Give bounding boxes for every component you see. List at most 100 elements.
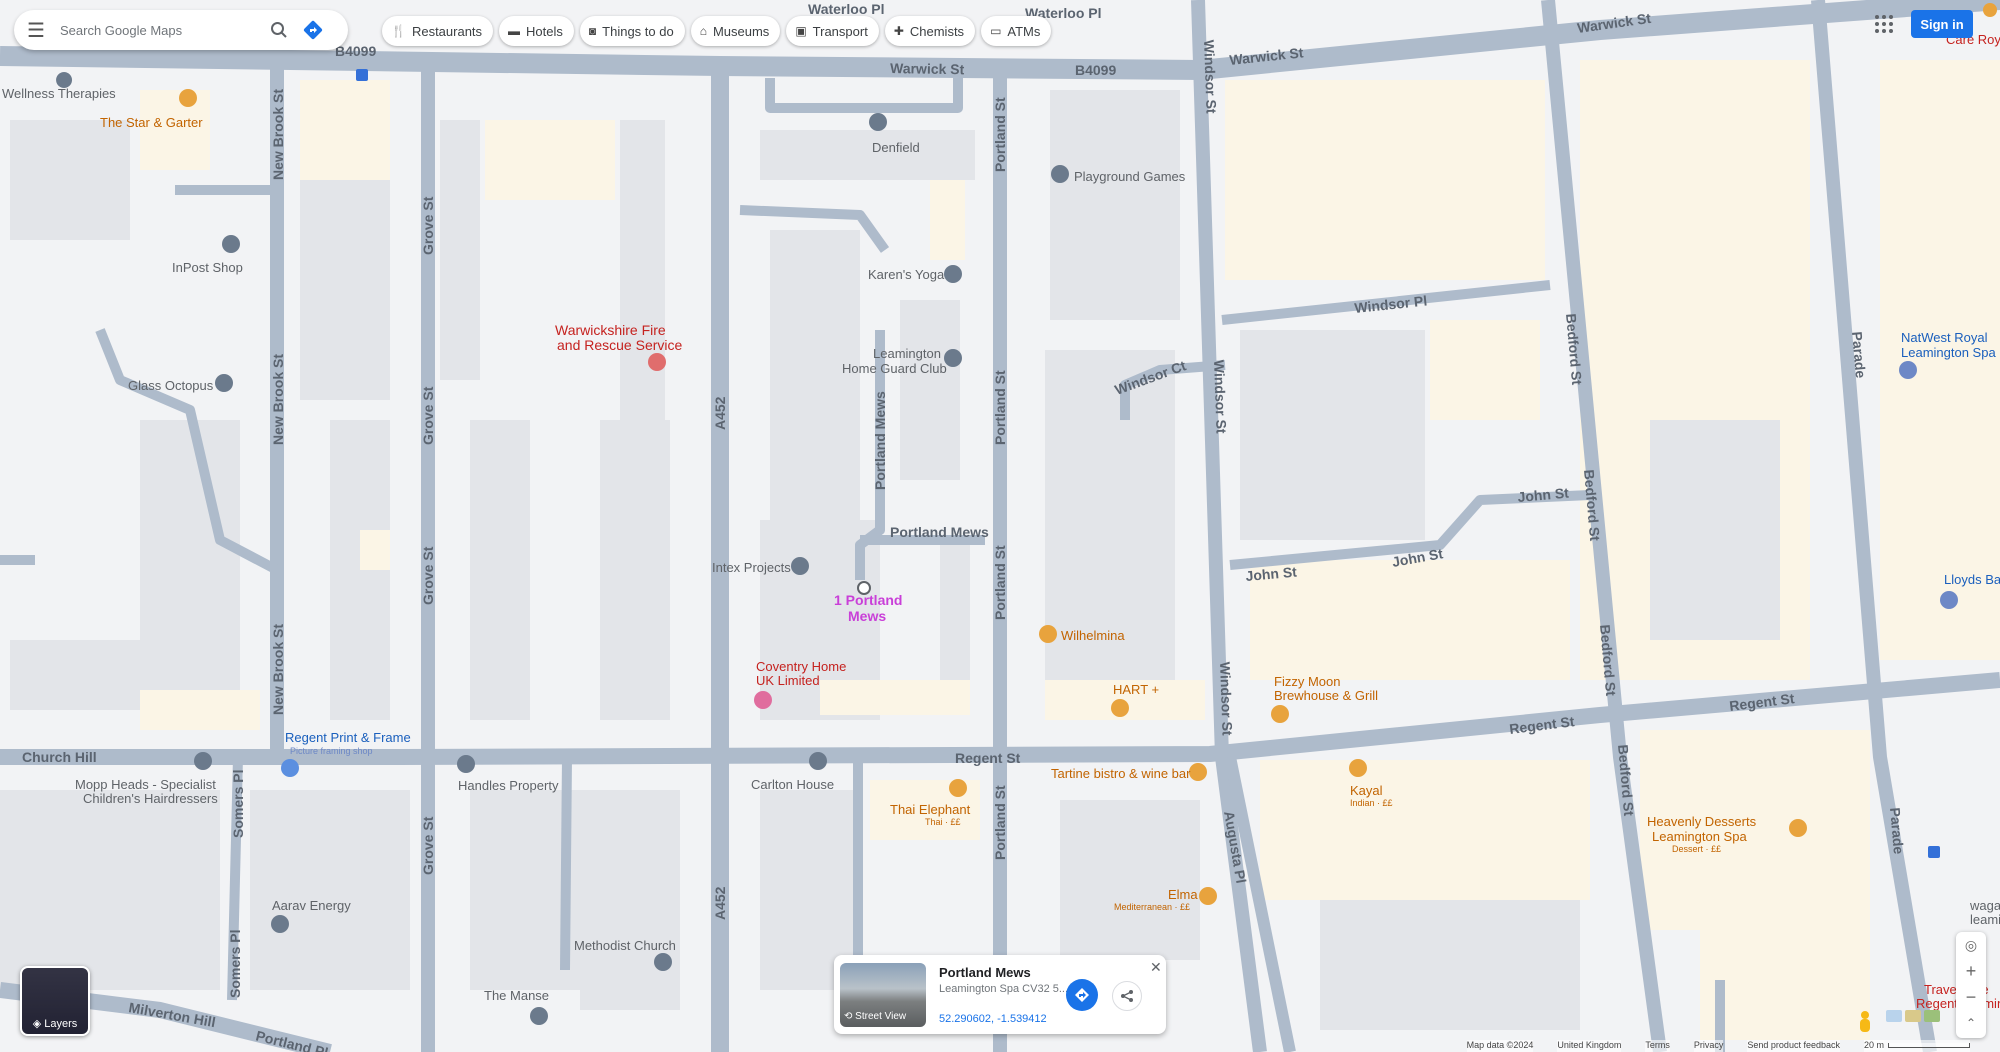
poi-label: HART +: [1113, 682, 1159, 697]
street-view-thumbnail[interactable]: ⟲ Street View: [840, 963, 926, 1027]
poi-label-line: Wellness Therapies: [2, 86, 116, 101]
bus-stop-icon[interactable]: [356, 69, 368, 81]
chip-restaurants[interactable]: 🍴 Restaurants: [382, 16, 494, 46]
poi-label: Lloyds Bar: [1944, 572, 2000, 587]
place-pin[interactable]: [869, 113, 887, 131]
restaurant-pin[interactable]: [1789, 819, 1807, 837]
poi-label: Heavenly Desserts Leamington Spa: [1647, 814, 1757, 844]
map-thumb[interactable]: [1905, 1010, 1921, 1022]
poi-label: Aarav Energy: [272, 898, 351, 913]
place-coordinates[interactable]: 52.290602, -1.539412: [939, 1013, 1047, 1025]
chip-hotels[interactable]: ▬ Hotels: [499, 16, 574, 46]
chip-label: Things to do: [602, 23, 674, 39]
scale-bar: [1888, 1043, 1970, 1049]
street-label: Grove St: [420, 386, 436, 445]
map-canvas[interactable]: Warwick St Warwick St Warwick St B4099 B…: [0, 0, 2000, 1052]
poi-label: Methodist Church: [574, 938, 676, 953]
shop-pin[interactable]: [281, 759, 299, 777]
restaurant-pin[interactable]: [949, 779, 967, 797]
street-view-label: Street View: [855, 1011, 907, 1022]
feedback-link[interactable]: Send product feedback: [1747, 1040, 1840, 1052]
terms-link[interactable]: Terms: [1645, 1040, 1670, 1052]
privacy-link[interactable]: Privacy: [1693, 1040, 1724, 1052]
chip-label: Museums: [712, 23, 770, 39]
zoom-in-button[interactable]: +: [1956, 958, 1986, 984]
place-pin[interactable]: [271, 915, 289, 933]
layers-icon: ◈: [32, 1018, 45, 1030]
scale-indicator[interactable]: 20 m: [1863, 1040, 1970, 1052]
street-label: Portland St: [992, 97, 1008, 172]
street-label: New Brook St: [270, 354, 286, 445]
place-pin[interactable]: [1983, 3, 1997, 17]
search-input[interactable]: [58, 21, 262, 39]
close-icon[interactable]: ✕: [1150, 959, 1162, 976]
restaurant-pin[interactable]: [1199, 887, 1217, 905]
chip-transport[interactable]: ▣ Transport: [786, 16, 879, 46]
restaurant-pin[interactable]: [1189, 763, 1207, 781]
shop-pin[interactable]: [754, 691, 772, 709]
pegman-icon[interactable]: [1856, 1010, 1874, 1034]
place-pin[interactable]: [530, 1007, 548, 1025]
place-pin[interactable]: [222, 235, 240, 253]
expand-icon[interactable]: ⌃: [1956, 1010, 1986, 1036]
directions-icon[interactable]: [296, 10, 330, 50]
church-pin[interactable]: [654, 953, 672, 971]
place-pin[interactable]: [457, 755, 475, 773]
place-pin[interactable]: [215, 374, 233, 392]
place-pin[interactable]: [1051, 165, 1069, 183]
map-data-attribution: Map data ©2024: [1466, 1040, 1534, 1052]
map-type-thumbnails[interactable]: [1886, 1010, 1940, 1022]
layers-label: Layers: [44, 1018, 78, 1030]
poi-sublabel: Dessert · ££: [1672, 844, 1721, 854]
poi-label: Wilhelmina: [1061, 628, 1125, 643]
map-thumb[interactable]: [1886, 1010, 1902, 1022]
directions-button[interactable]: [1066, 979, 1098, 1011]
search-icon[interactable]: [262, 10, 296, 50]
poi-sublabel: Thai · ££: [925, 817, 961, 827]
place-address: Leamington Spa CV32 5...: [939, 983, 1069, 995]
bank-pin[interactable]: [1899, 361, 1917, 379]
share-button[interactable]: [1112, 981, 1142, 1011]
poi-label: Warwickshire Fire and Rescue Service: [555, 322, 683, 353]
map-thumb[interactable]: [1924, 1010, 1940, 1022]
restaurant-pin[interactable]: [179, 89, 197, 107]
directions-icon: [1075, 988, 1089, 1002]
street-label: Windsor St: [1211, 360, 1230, 435]
country-label[interactable]: United Kingdom: [1557, 1040, 1622, 1052]
sign-in-button[interactable]: Sign in: [1911, 10, 1973, 38]
menu-icon[interactable]: ☰: [14, 10, 58, 50]
my-location-icon[interactable]: ◎: [1956, 932, 1986, 958]
pharmacy-icon: ✚: [893, 24, 904, 38]
fire-station-pin[interactable]: [648, 353, 666, 371]
street-label: Somers Pl: [227, 930, 243, 998]
poi-label: Thai Elephant: [890, 802, 971, 817]
restaurant-pin[interactable]: [1349, 759, 1367, 777]
bus-stop-icon[interactable]: [1928, 846, 1940, 858]
share-icon: [1121, 990, 1133, 1002]
layers-button[interactable]: ◈ Layers: [20, 966, 90, 1036]
chip-chemists[interactable]: ✚ Chemists: [884, 16, 976, 46]
atm-icon: ▭: [990, 24, 1002, 38]
place-pin[interactable]: [194, 752, 212, 770]
search-bar: ☰: [14, 10, 348, 50]
street-label: Grove St: [420, 196, 436, 255]
place-card[interactable]: ⟲ Street View Portland Mews Leamington S…: [834, 955, 1166, 1034]
poi-label: Denfield: [872, 140, 920, 155]
restaurant-pin[interactable]: [1271, 705, 1289, 723]
zoom-out-button[interactable]: −: [1956, 984, 1986, 1010]
restaurant-pin[interactable]: [1111, 699, 1129, 717]
chip-museums[interactable]: ⌂ Museums: [690, 16, 781, 46]
poi-label: InPost Shop: [172, 260, 243, 275]
place-pin[interactable]: [791, 557, 809, 575]
museum-icon: ⌂: [699, 24, 707, 38]
restaurant-pin[interactable]: [1039, 625, 1057, 643]
place-pin[interactable]: [944, 265, 962, 283]
chip-things-to-do[interactable]: ◙ Things to do: [579, 16, 685, 46]
apps-grid-icon[interactable]: [1872, 12, 1896, 36]
street-label: Grove St: [420, 816, 436, 875]
bed-icon: ▬: [508, 24, 521, 38]
street-label: Regent St: [955, 750, 1021, 766]
chip-atms[interactable]: ▭ ATMs: [981, 16, 1052, 46]
bar-pin[interactable]: [1940, 591, 1958, 609]
place-pin[interactable]: [809, 752, 827, 770]
